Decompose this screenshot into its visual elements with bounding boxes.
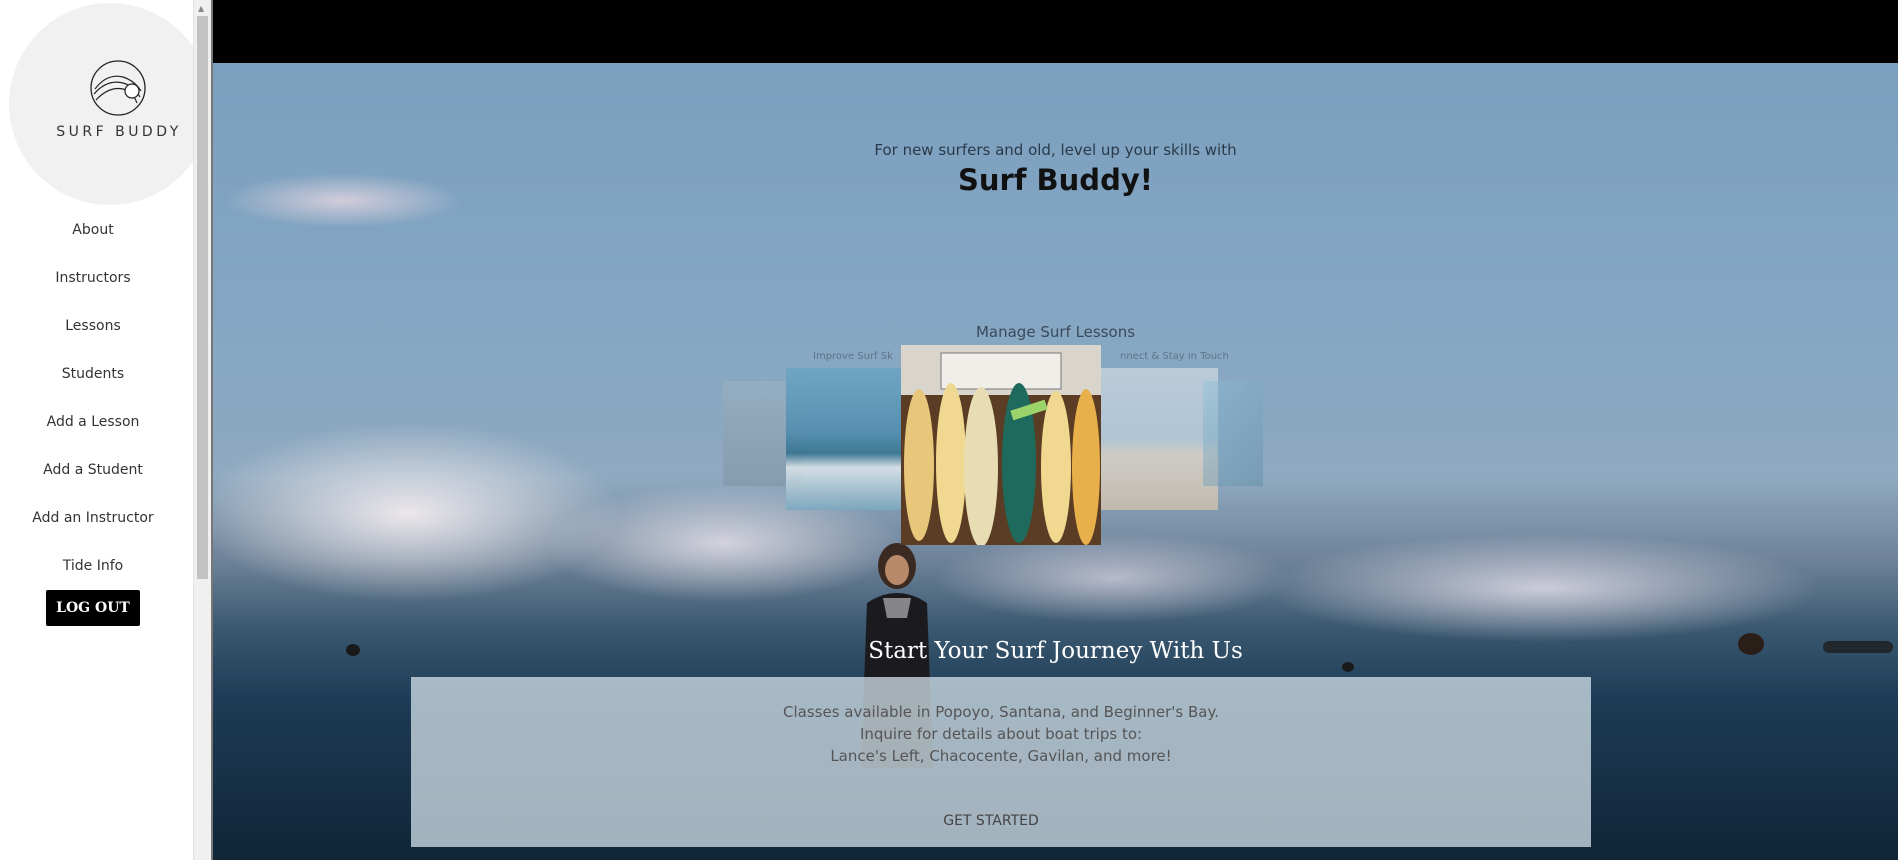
carousel-slide-center[interactable] [901, 345, 1101, 545]
sidebar-scrollbar[interactable]: ▲ [193, 0, 212, 860]
sidebar-nav: About Instructors Lessons Students Add a… [0, 206, 186, 590]
surfboards-image [901, 345, 1101, 545]
nav-tide-info[interactable]: Tide Info [0, 542, 186, 590]
info-line-destinations: Lance's Left, Chacocente, Gavilan, and m… [830, 747, 1172, 765]
brand-name: SURF BUDDY [56, 124, 182, 140]
top-bar [213, 0, 1898, 63]
carousel-slide-far-right[interactable] [1203, 381, 1263, 486]
carousel-caption-left: Improve Surf Sk [813, 351, 893, 362]
nav-instructors[interactable]: Instructors [0, 254, 186, 302]
logo-badge[interactable]: SURF BUDDY [9, 3, 193, 205]
carousel-slide-right[interactable] [1098, 368, 1218, 510]
get-started-button[interactable]: GET STARTED [921, 807, 1061, 835]
nav-about[interactable]: About [0, 206, 186, 254]
carousel-slide-left[interactable] [786, 368, 906, 510]
info-line-boat-trips: Inquire for details about boat trips to: [859, 725, 1143, 743]
nav-students[interactable]: Students [0, 350, 186, 398]
logout-button[interactable]: LOG OUT [46, 590, 140, 626]
wave-circle-logo-icon [90, 60, 146, 116]
sidebar: SURF BUDDY About Instructors Lessons Stu… [0, 0, 193, 860]
cloud-shape [213, 423, 623, 603]
cloud-shape [1263, 533, 1823, 643]
nav-add-lesson[interactable]: Add a Lesson [0, 398, 186, 446]
nav-add-instructor[interactable]: Add an Instructor [0, 494, 186, 542]
journey-title: Start Your Surf Journey With Us [868, 638, 1243, 664]
hero-tagline: For new surfers and old, level up your s… [874, 141, 1237, 159]
cloud-shape [933, 533, 1293, 623]
info-card: Classes available in Popoyo, Santana, an… [411, 677, 1591, 847]
hero-section: For new surfers and old, level up your s… [213, 63, 1898, 860]
carousel-caption-right: nnect & Stay in Touch [1120, 351, 1229, 362]
info-line-locations: Classes available in Popoyo, Santana, an… [783, 703, 1219, 721]
carousel-title: Manage Surf Lessons [975, 323, 1136, 341]
nav-add-student[interactable]: Add a Student [0, 446, 186, 494]
scroll-thumb[interactable] [197, 16, 208, 579]
scroll-up-arrow-icon[interactable]: ▲ [198, 4, 204, 13]
nav-lessons[interactable]: Lessons [0, 302, 186, 350]
hero-title: Surf Buddy! [958, 163, 1153, 197]
